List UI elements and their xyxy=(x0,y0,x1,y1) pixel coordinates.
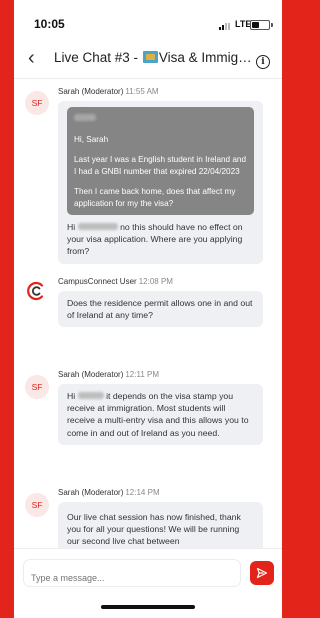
status-time: 10:05 xyxy=(34,17,65,31)
message-composer xyxy=(14,548,282,618)
text-prefix: Hi xyxy=(67,391,76,401)
avatar: SF xyxy=(25,91,49,115)
status-bar: 10:05 LTE xyxy=(14,0,282,38)
message-text: Hi no this should have no effect on your… xyxy=(67,221,254,258)
send-button[interactable] xyxy=(250,561,274,585)
signal-icon xyxy=(219,23,231,30)
avatar: SF xyxy=(25,375,49,399)
redacted-name xyxy=(77,392,104,399)
message-text: Our live chat session has now finished, … xyxy=(67,512,241,547)
sender-name: Sarah (Moderator) xyxy=(58,370,124,379)
sender-name: Sarah (Moderator) xyxy=(58,488,124,497)
chat-header: ‹ Live Chat #3 - Visa & Immigratio... i xyxy=(14,38,282,79)
reply-prefix: Hi xyxy=(67,222,76,232)
message-time: 12:11 PM xyxy=(125,370,160,379)
redacted-name xyxy=(74,114,96,121)
message-bubble: Does the residence permit allows one in … xyxy=(58,291,263,328)
message-meta: Sarah (Moderator) 12:11 PM xyxy=(58,370,159,379)
message-time: 12:08 PM xyxy=(138,277,173,286)
message-meta: Sarah (Moderator) 11:55 AM xyxy=(58,87,159,96)
message-bubble: Hi, Sarah Last year I was a English stud… xyxy=(58,101,263,264)
message-time: 11:55 AM xyxy=(125,87,159,96)
message-text: Does the residence permit allows one in … xyxy=(67,298,253,321)
sender-name: Sarah (Moderator) xyxy=(58,87,124,96)
message-meta: CampusConnect User 12:08 PM xyxy=(58,277,173,286)
page-title: Live Chat #3 - Visa & Immigratio... xyxy=(54,50,254,65)
battery-icon xyxy=(250,20,273,30)
message-time: 12:14 PM xyxy=(125,488,160,497)
campusconnect-logo-icon xyxy=(25,279,49,303)
redacted-name xyxy=(77,223,118,230)
message-bubble: Our live chat session has now finished, … xyxy=(58,502,263,548)
map-emoji-icon xyxy=(142,51,158,63)
message-input[interactable] xyxy=(23,559,241,587)
home-indicator xyxy=(101,605,195,609)
avatar: SF xyxy=(25,493,49,517)
send-icon xyxy=(256,567,268,579)
message-text: Hi it depends on the visa stamp you rece… xyxy=(67,390,254,439)
chevron-left-icon[interactable]: ‹ xyxy=(28,48,35,68)
quoted-message: Hi, Sarah Last year I was a English stud… xyxy=(67,107,254,215)
sender-name: CampusConnect User xyxy=(58,277,137,286)
title-suffix: Visa & Immigratio... xyxy=(158,50,254,65)
phone-screen: 10:05 LTE ‹ Live Chat #3 - Visa & Immigr… xyxy=(14,0,282,618)
info-icon[interactable]: i xyxy=(256,55,270,69)
quote-line-1: Last year I was a English student in Ire… xyxy=(74,155,247,176)
message-meta: Sarah (Moderator) 12:14 PM xyxy=(58,488,160,497)
message-bubble: Hi it depends on the visa stamp you rece… xyxy=(58,384,263,445)
quote-line-2: Then I came back home, does that affect … xyxy=(74,187,236,208)
chat-messages[interactable]: SF Sarah (Moderator) 11:55 AM Hi, Sarah L… xyxy=(14,79,282,548)
quote-greeting: Hi, Sarah xyxy=(74,134,109,144)
title-prefix: Live Chat #3 - xyxy=(54,50,139,65)
network-label: LTE xyxy=(235,19,252,29)
